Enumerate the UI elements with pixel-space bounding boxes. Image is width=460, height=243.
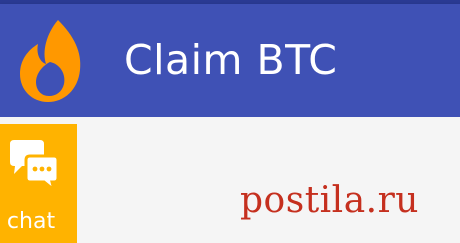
app-title: Claim BTC	[124, 36, 338, 84]
chat-bubbles-icon	[10, 140, 60, 192]
chat-label: chat	[6, 209, 56, 234]
app-bar: Claim BTC	[0, 4, 460, 117]
chat-button[interactable]: chat	[0, 124, 77, 243]
flame-logo-icon	[20, 20, 81, 102]
watermark: postila.ru	[240, 180, 419, 221]
